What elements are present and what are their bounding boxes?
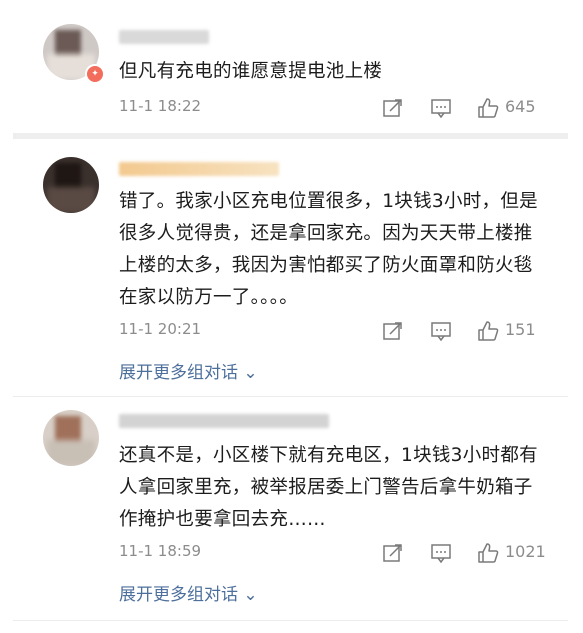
- expand-conversation-link[interactable]: 展开更多组对话 ⌄: [119, 358, 258, 383]
- comment-text: 错了。我家小区充电位置很多，1块钱3小时，但是很多人觉得贵，还是拿回家充。因为天…: [119, 191, 538, 308]
- vip-badge-icon: ✦: [85, 64, 105, 84]
- like-icon[interactable]: [477, 542, 499, 564]
- avatar[interactable]: [43, 410, 99, 466]
- expand-label: 展开更多组对话: [119, 585, 238, 605]
- username-blurred[interactable]: [119, 414, 329, 428]
- comment-meta: 11-1 18:59 1021: [119, 542, 549, 564]
- comment-list: ✦ 但凡有充电的谁愿意提电池上楼 11-1 18:22 645 错了。我家小区充…: [13, 8, 568, 630]
- username-blurred[interactable]: [119, 162, 279, 176]
- username-blurred[interactable]: [119, 30, 209, 44]
- comment-icon[interactable]: [430, 542, 452, 564]
- comment-time: 11-1 18:22: [119, 97, 202, 115]
- like-icon[interactable]: [477, 97, 499, 119]
- comment-icon[interactable]: [430, 97, 452, 119]
- comment-meta: 11-1 20:21 151: [119, 320, 549, 342]
- like-count: 645: [505, 97, 536, 116]
- share-icon[interactable]: [382, 320, 404, 342]
- comment-meta: 11-1 18:22 645: [119, 97, 549, 119]
- comment-time: 11-1 20:21: [119, 320, 202, 338]
- comment-text: 但凡有充电的谁愿意提电池上楼: [119, 61, 383, 82]
- like-count: 1021: [505, 542, 546, 561]
- expand-label: 展开更多组对话: [119, 363, 238, 383]
- share-icon[interactable]: [382, 542, 404, 564]
- like-count: 151: [505, 320, 536, 339]
- comment-divider: [13, 396, 568, 397]
- expand-conversation-link[interactable]: 展开更多组对话 ⌄: [119, 580, 258, 605]
- like-icon[interactable]: [477, 320, 499, 342]
- comment-time: 11-1 18:59: [119, 542, 202, 560]
- chevron-down-icon: ⌄: [243, 363, 258, 383]
- comment-divider: [13, 620, 568, 621]
- share-icon[interactable]: [382, 97, 404, 119]
- avatar[interactable]: [43, 157, 99, 213]
- chevron-down-icon: ⌄: [243, 585, 258, 605]
- section-divider: [13, 133, 568, 139]
- comment-icon[interactable]: [430, 320, 452, 342]
- comment-text: 还真不是，小区楼下就有充电区，1块钱3小时都有人拿回家里充，被举报居委上门警告后…: [119, 445, 538, 530]
